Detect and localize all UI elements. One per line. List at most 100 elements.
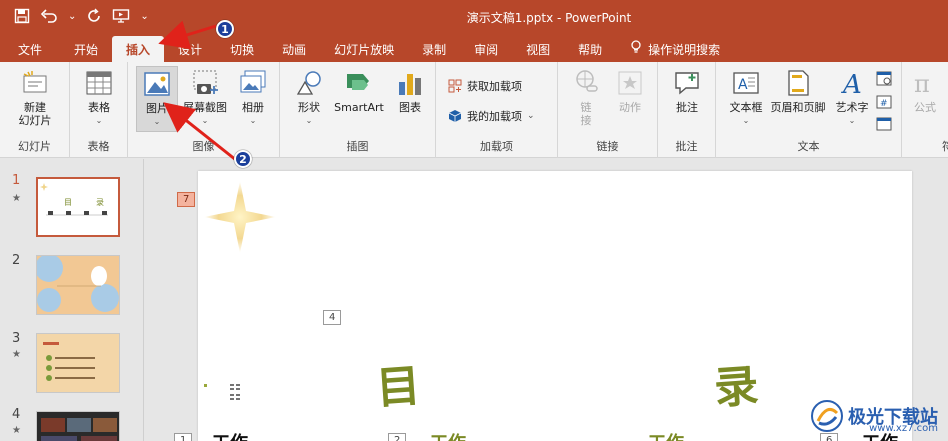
smartart-button[interactable]: SmartArt	[330, 68, 388, 114]
slide-thumbnail-4[interactable]	[36, 411, 120, 441]
tab-transitions[interactable]: 切换	[216, 36, 268, 62]
comment-label: 批注	[676, 101, 698, 114]
group-images-label: 图像	[192, 140, 215, 153]
comment-button[interactable]: 批注	[670, 68, 704, 114]
tell-me-label: 操作说明搜索	[648, 42, 721, 57]
pictures-label: 图片	[146, 102, 168, 115]
table-label: 表格	[88, 101, 110, 114]
chevron-down-icon: ⌄	[527, 111, 535, 121]
title-bar: ⌄ ⌄ 演示文稿1.pptx - PowerPoint	[0, 0, 948, 34]
slide-thumbnail-pane[interactable]: 1 ★ 目 录 2 3 ★ 4 ★	[0, 159, 144, 441]
slide-thumbnail-2[interactable]	[36, 255, 120, 315]
shapes-button[interactable]: 形状 ⌄	[290, 68, 328, 127]
photo-album-label: 相册	[242, 101, 264, 114]
ribbon-insert: 新建 幻灯片 幻灯片 表格 ⌄ 表格 图片 ⌄ 屏幕截图 ⌄ 相册 ⌄ 图像 形…	[0, 62, 948, 158]
animation-order-tag[interactable]: 1	[174, 433, 193, 441]
document-title: 演示文稿1.pptx - PowerPoint	[466, 11, 632, 25]
tab-review[interactable]: 审阅	[460, 36, 512, 62]
animation-order-tag[interactable]: 6	[820, 433, 839, 441]
group-illustrations-label: 插图	[346, 140, 369, 153]
ribbon-tabs: 文件 开始 插入 设计 切换 动画 幻灯片放映 录制 审阅 视图 帮助 操作说明…	[0, 34, 948, 62]
shapes-icon	[296, 71, 321, 95]
chevron-down-icon: ⌄	[201, 116, 209, 125]
slide-1-editing[interactable]: 4 目 录 1 2 6 工作 工作 工作 工作	[174, 171, 912, 441]
get-addins-button[interactable]: 获取加载项	[448, 78, 522, 94]
table-button[interactable]: 表格 ⌄	[80, 68, 118, 127]
svg-text:录: 录	[96, 198, 104, 207]
tab-slideshow[interactable]: 幻灯片放映	[320, 36, 408, 62]
chart-button[interactable]: 图表	[392, 68, 428, 114]
textbox-label: 文本框	[729, 101, 763, 114]
chevron-down-icon: ⌄	[95, 116, 103, 125]
slide-number-3: 3	[12, 331, 21, 346]
action-star-icon	[618, 71, 642, 95]
pictures-button[interactable]: 图片 ⌄	[136, 66, 178, 132]
heading-char-lu: 录	[712, 360, 761, 415]
object-icon[interactable]	[876, 116, 892, 136]
chart-label: 图表	[399, 101, 421, 114]
slide-thumbnail-1[interactable]: 目 录	[36, 177, 120, 237]
textbox-icon: A	[733, 72, 759, 94]
group-text-label: 文本	[797, 140, 820, 153]
section-title-2: 工作	[430, 429, 466, 441]
small-vertical-text	[228, 383, 242, 405]
chevron-down-icon: ⌄	[848, 116, 856, 125]
wordart-button[interactable]: A 艺术字 ⌄	[832, 68, 872, 127]
tab-file[interactable]: 文件	[0, 36, 60, 62]
animation-order-tag[interactable]: 7	[177, 192, 196, 207]
lightbulb-icon	[630, 40, 642, 58]
tab-help[interactable]: 帮助	[564, 36, 616, 62]
screenshot-icon	[193, 70, 218, 94]
svg-text:π: π	[914, 70, 930, 98]
picture-icon	[144, 72, 170, 96]
smartart-label: SmartArt	[334, 101, 384, 114]
tab-design[interactable]: 设计	[164, 36, 216, 62]
svg-text:A: A	[841, 70, 862, 98]
group-comments-label: 批注	[675, 140, 698, 153]
equation-button[interactable]: π 公式	[908, 68, 942, 114]
link-button[interactable]: 链 接	[568, 68, 604, 127]
group-addins: 获取加载项 我的加载项 ⌄ 加载项	[436, 62, 558, 158]
group-links-label: 链接	[596, 140, 619, 153]
group-slides-label: 幻灯片	[18, 140, 51, 153]
slide-number-icon[interactable]: #	[876, 94, 892, 114]
tab-home[interactable]: 开始	[60, 36, 112, 62]
new-slide-button[interactable]: 新建 幻灯片	[8, 68, 62, 127]
tell-me-search[interactable]: 操作说明搜索	[616, 36, 734, 62]
textbox-button[interactable]: A 文本框 ⌄	[724, 68, 768, 127]
shapes-label: 形状	[298, 101, 320, 114]
store-icon	[448, 79, 462, 93]
header-footer-button[interactable]: 页眉和页脚	[766, 68, 830, 114]
chevron-down-icon: ⌄	[742, 116, 750, 125]
my-addins-label: 我的加载项	[467, 110, 522, 123]
animation-order-tag[interactable]: 4	[323, 310, 342, 325]
photo-album-icon	[240, 70, 266, 93]
tab-insert[interactable]: 插入	[112, 36, 165, 62]
slide-number-1: 1	[12, 173, 21, 188]
action-button[interactable]: 动作	[610, 68, 650, 114]
watermark-logo-icon	[811, 400, 843, 432]
date-time-icon[interactable]	[876, 70, 892, 90]
section-title-3: 工作	[648, 429, 684, 441]
tab-record[interactable]: 录制	[408, 36, 460, 62]
group-tables: 表格 ⌄ 表格	[70, 62, 128, 158]
animation-order-tag[interactable]: 2	[388, 433, 407, 441]
pi-icon: π	[914, 70, 930, 98]
group-illustrations: 形状 ⌄ SmartArt 图表 插图	[280, 62, 436, 158]
my-addins-button[interactable]: 我的加载项 ⌄	[448, 108, 535, 124]
svg-text:目: 目	[64, 198, 72, 207]
screenshot-button[interactable]: 屏幕截图 ⌄	[180, 68, 230, 127]
header-footer-icon	[788, 70, 809, 96]
chevron-down-icon: ⌄	[305, 116, 313, 125]
tab-animations[interactable]: 动画	[268, 36, 320, 62]
comment-icon	[675, 72, 699, 95]
slide-thumbnail-3[interactable]	[36, 333, 120, 393]
wordart-icon: A	[841, 70, 862, 98]
photo-album-button[interactable]: 相册 ⌄	[232, 68, 274, 127]
section-title-1: 工作	[212, 429, 248, 441]
tab-view[interactable]: 视图	[512, 36, 564, 62]
new-slide-label: 新建 幻灯片	[18, 101, 52, 127]
slide-number-4: 4	[12, 407, 21, 422]
slide-number-2: 2	[12, 253, 21, 268]
sparkle-decoration	[204, 181, 276, 253]
